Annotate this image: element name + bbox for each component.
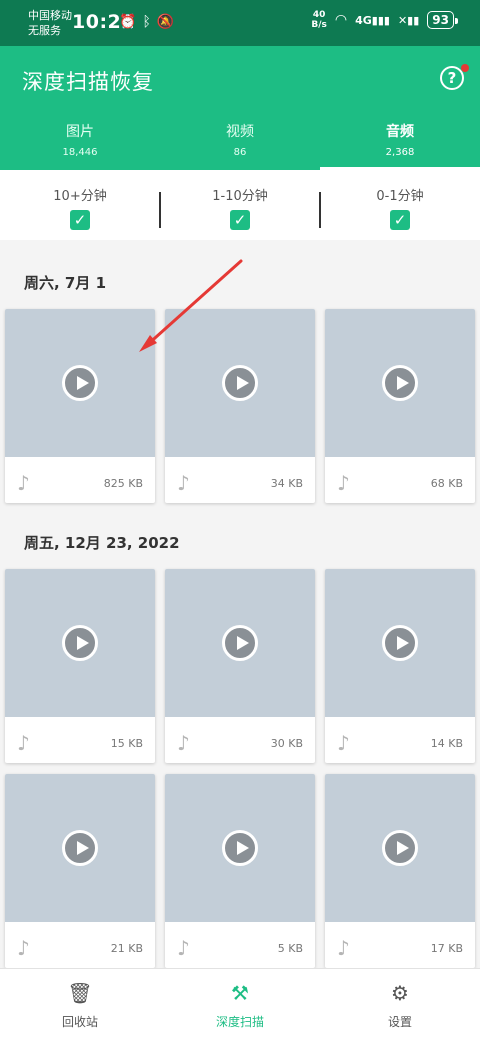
gear-icon: ⚙ [391, 981, 409, 1005]
trash-icon: 🗑 [67, 981, 93, 1005]
drill-scan-icon: ⚒ [231, 981, 249, 1005]
nav-label: 设置 [387, 1015, 412, 1029]
nav-deep-scan[interactable]: ⚒ 深度扫描 [160, 969, 320, 1040]
nav-label: 回收站 [61, 1015, 98, 1029]
nav-recycle-bin[interactable]: 🗑 回收站 [0, 969, 160, 1040]
annotation-arrow [139, 259, 243, 352]
nav-label: 深度扫描 [215, 1015, 264, 1029]
nav-settings[interactable]: ⚙ 设置 [320, 969, 480, 1040]
bottom-navigation: 🗑 回收站 ⚒ 深度扫描 ⚙ 设置 [0, 968, 480, 1040]
